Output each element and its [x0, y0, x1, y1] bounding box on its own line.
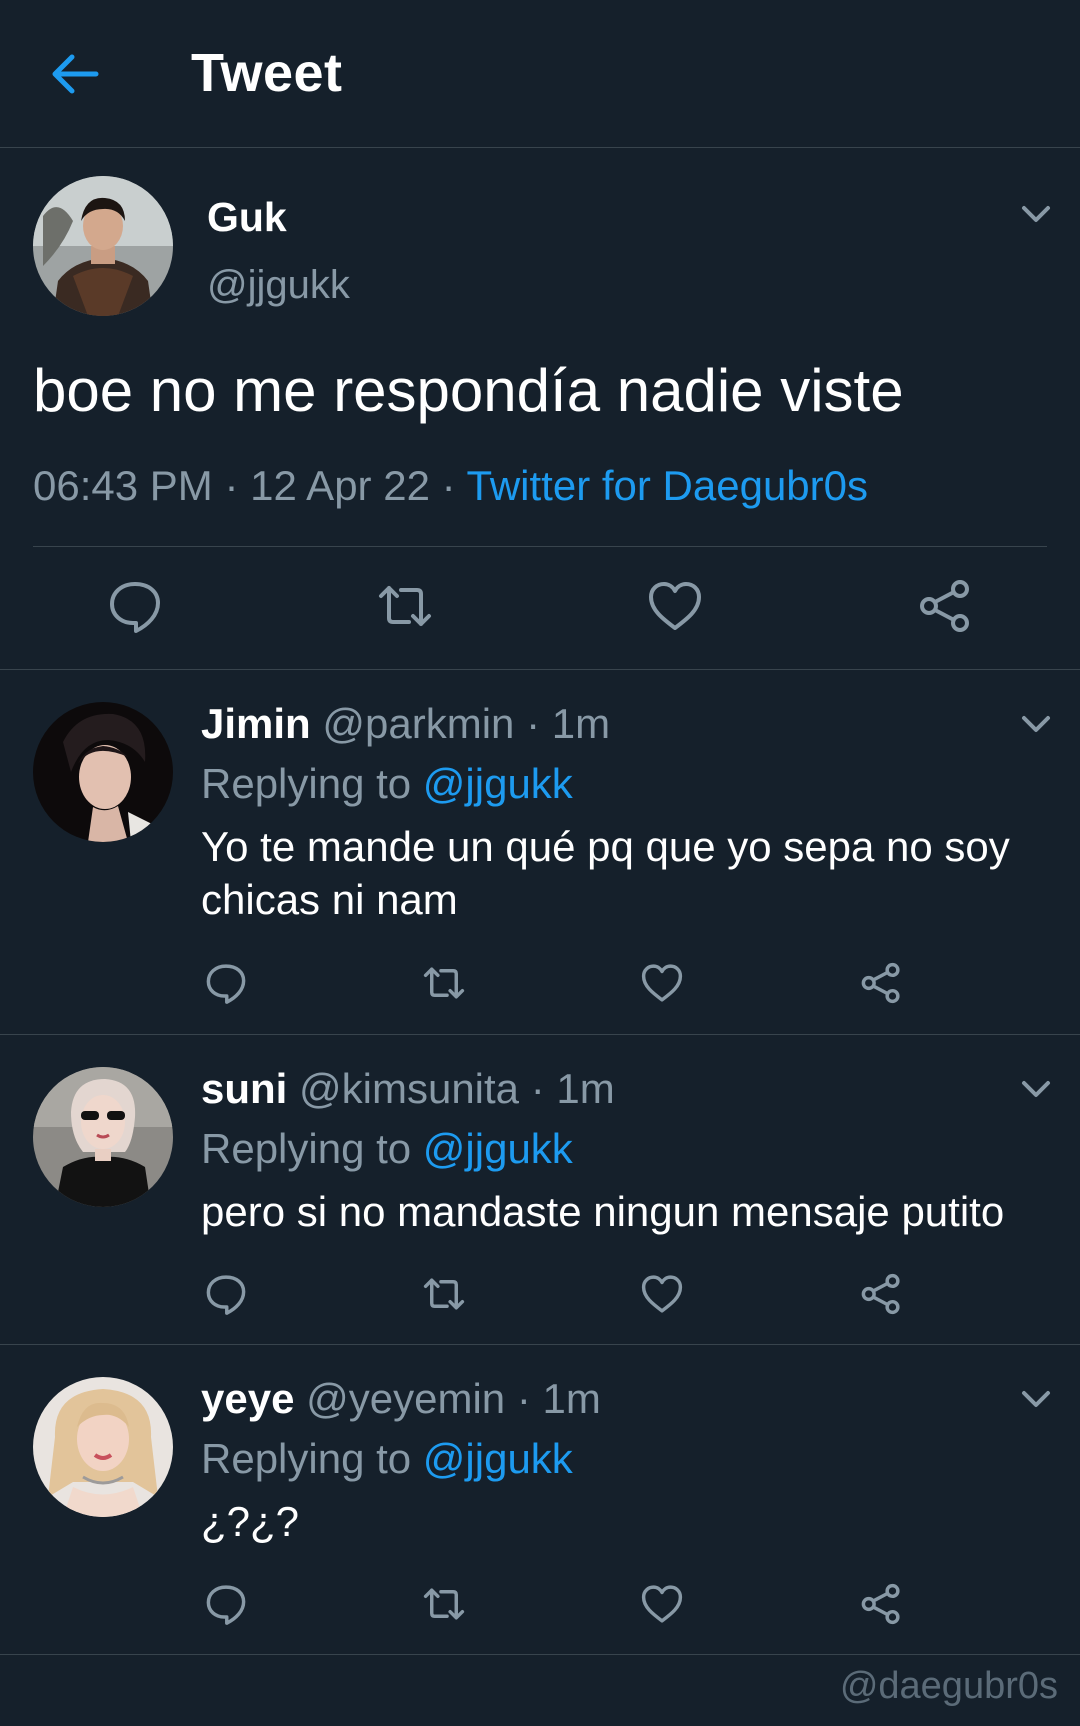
- like-button[interactable]: [639, 960, 685, 1006]
- retweet-button[interactable]: [375, 576, 435, 636]
- reply-tweet[interactable]: suni @kimsunita · 1m Replying to @jjgukk…: [0, 1035, 1080, 1345]
- avatar[interactable]: [33, 1067, 173, 1207]
- speech-bubble-icon: [206, 1585, 246, 1625]
- heart-icon: [649, 582, 701, 630]
- reply-header: yeye @yeyemin · 1m: [201, 1375, 601, 1423]
- reply-author-name[interactable]: Jimin: [201, 700, 311, 747]
- chevron-down-icon: [1022, 206, 1050, 222]
- avatar[interactable]: [33, 1377, 173, 1517]
- tweet-menu-button[interactable]: [1014, 1067, 1058, 1111]
- share-icon: [861, 962, 900, 1004]
- avatar[interactable]: [33, 702, 173, 842]
- speech-bubble-icon: [110, 582, 160, 633]
- reply-text: Yo te mande un qué pq que yo sepa no soy…: [201, 823, 1010, 923]
- chevron-down-icon: [1022, 1081, 1050, 1097]
- heart-icon: [641, 1585, 683, 1623]
- speech-bubble-icon: [206, 1275, 246, 1315]
- speech-bubble-icon: [206, 964, 246, 1004]
- back-button[interactable]: [44, 44, 104, 104]
- tweet-text: boe no me respondía nadie viste: [33, 357, 904, 424]
- reply-button[interactable]: [105, 576, 165, 636]
- mention-link[interactable]: @jjgukk: [423, 1125, 573, 1172]
- reply-tweet[interactable]: yeye @yeyemin · 1m Replying to @jjgukk ¿…: [0, 1345, 1080, 1655]
- heart-icon: [641, 1275, 683, 1313]
- retweet-button[interactable]: [421, 1271, 467, 1317]
- reply-header: suni @kimsunita · 1m: [201, 1065, 615, 1113]
- separator-dot: ·: [526, 700, 541, 747]
- reply-time: 1m: [551, 700, 611, 747]
- page-title: Tweet: [191, 43, 343, 103]
- separator-dot: ·: [516, 1375, 531, 1422]
- replying-to: Replying to @jjgukk: [201, 1435, 573, 1483]
- reply-button[interactable]: [203, 1271, 249, 1317]
- share-icon: [861, 1273, 900, 1315]
- separator-dot: ·: [530, 1065, 545, 1112]
- avatar[interactable]: [33, 176, 173, 316]
- share-icon: [920, 580, 969, 632]
- retweet-icon: [423, 967, 465, 999]
- share-button[interactable]: [858, 1581, 904, 1627]
- share-icon: [861, 1583, 900, 1625]
- retweet-button[interactable]: [421, 960, 467, 1006]
- divider: [33, 546, 1047, 547]
- reply-author-name[interactable]: suni: [201, 1065, 287, 1112]
- reply-button[interactable]: [203, 1581, 249, 1627]
- arrow-left-icon: [52, 54, 99, 94]
- top-bar: Tweet: [0, 0, 1080, 148]
- reply-button[interactable]: [203, 960, 249, 1006]
- reply-author-handle[interactable]: @kimsunita: [299, 1065, 519, 1112]
- meta-separator: ·: [429, 462, 467, 509]
- reply-author-name[interactable]: yeye: [201, 1375, 294, 1422]
- like-button[interactable]: [639, 1271, 685, 1317]
- replying-to: Replying to @jjgukk: [201, 1125, 573, 1173]
- chevron-down-icon: [1022, 716, 1050, 732]
- mention-link[interactable]: @jjgukk: [423, 1435, 573, 1482]
- tweet-source-link[interactable]: Twitter for Daegubr0s: [467, 462, 869, 509]
- tweet-time: 06:43 PM: [33, 462, 213, 509]
- tweet-menu-button[interactable]: [1014, 192, 1058, 236]
- reply-author-handle[interactable]: @parkmin: [322, 700, 514, 747]
- retweet-icon: [423, 1278, 465, 1310]
- mention-link[interactable]: @jjgukk: [423, 760, 573, 807]
- share-button[interactable]: [858, 1271, 904, 1317]
- retweet-button[interactable]: [421, 1581, 467, 1627]
- reply-text: ¿?¿?: [201, 1498, 300, 1545]
- heart-icon: [641, 964, 683, 1002]
- author-handle[interactable]: @jjgukk: [207, 263, 350, 308]
- replying-label: Replying to: [201, 1125, 412, 1172]
- tweet-menu-button[interactable]: [1014, 1377, 1058, 1421]
- share-button[interactable]: [858, 960, 904, 1006]
- author-name[interactable]: Guk: [207, 194, 287, 241]
- chevron-down-icon: [1022, 1391, 1050, 1407]
- like-button[interactable]: [639, 1581, 685, 1627]
- reply-author-handle[interactable]: @yeyemin: [306, 1375, 505, 1422]
- retweet-icon: [379, 586, 431, 626]
- tweet-menu-button[interactable]: [1014, 702, 1058, 746]
- share-button[interactable]: [915, 576, 975, 636]
- retweet-icon: [423, 1588, 465, 1620]
- replying-label: Replying to: [201, 1435, 412, 1482]
- watermark: @daegubr0s: [839, 1665, 1058, 1707]
- main-tweet: Guk @jjgukk boe no me respondía nadie vi…: [0, 148, 1080, 670]
- replying-label: Replying to: [201, 760, 412, 807]
- tweet-meta: 06:43 PM · 12 Apr 22 · Twitter for Daegu…: [33, 462, 868, 510]
- reply-time: 1m: [556, 1065, 615, 1112]
- tweet-date: 12 Apr 22: [250, 462, 430, 509]
- like-button[interactable]: [645, 576, 705, 636]
- reply-time: 1m: [542, 1375, 601, 1422]
- reply-text: pero si no mandaste ningun mensaje putit…: [201, 1188, 1005, 1235]
- meta-separator: ·: [212, 462, 251, 509]
- reply-header: Jimin @parkmin · 1m: [201, 700, 610, 748]
- reply-tweet[interactable]: Jimin @parkmin · 1m Replying to @jjgukk …: [0, 670, 1080, 1035]
- replying-to: Replying to @jjgukk: [201, 760, 573, 808]
